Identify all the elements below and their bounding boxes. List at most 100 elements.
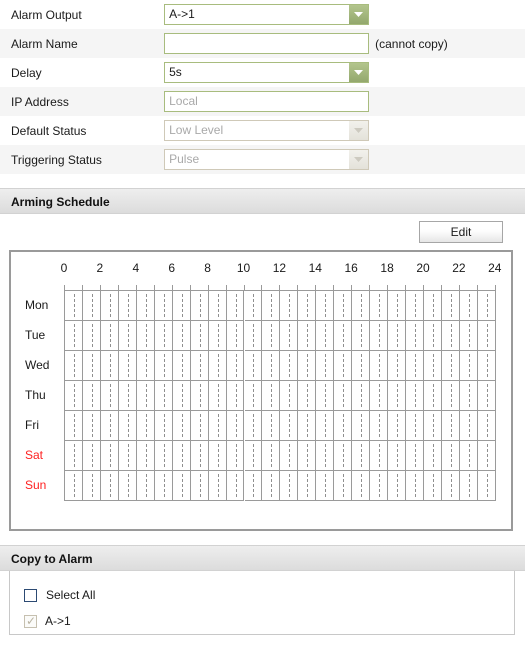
schedule-cell[interactable]: [208, 351, 227, 381]
schedule-cell[interactable]: [406, 441, 424, 471]
schedule-cell[interactable]: [334, 351, 353, 381]
schedule-cell[interactable]: [316, 351, 335, 381]
schedule-cell[interactable]: [65, 291, 83, 321]
schedule-cell[interactable]: [280, 471, 299, 501]
schedule-cell[interactable]: [190, 351, 209, 381]
schedule-cell[interactable]: [136, 351, 155, 381]
schedule-cell[interactable]: [226, 471, 245, 501]
schedule-cell[interactable]: [100, 441, 119, 471]
schedule-cell[interactable]: [100, 321, 119, 351]
chevron-down-icon[interactable]: [348, 5, 369, 24]
schedule-cell[interactable]: [154, 351, 173, 381]
schedule-cell[interactable]: [280, 441, 299, 471]
schedule-cell[interactable]: [352, 291, 371, 321]
schedule-cell[interactable]: [262, 471, 281, 501]
schedule-cell[interactable]: [406, 321, 424, 351]
schedule-cell[interactable]: [477, 291, 496, 321]
schedule-grid-area[interactable]: [64, 290, 496, 501]
schedule-cell[interactable]: [244, 381, 263, 411]
schedule-cell[interactable]: [136, 471, 155, 501]
schedule-cell[interactable]: [136, 441, 155, 471]
schedule-cell[interactable]: [298, 441, 317, 471]
schedule-cell[interactable]: [477, 441, 496, 471]
schedule-cell[interactable]: [441, 351, 460, 381]
schedule-cell[interactable]: [441, 411, 460, 441]
delay-select[interactable]: 5s: [164, 62, 370, 83]
schedule-cell[interactable]: [352, 321, 371, 351]
schedule-cell[interactable]: [388, 441, 407, 471]
schedule-cell[interactable]: [406, 471, 424, 501]
schedule-cell[interactable]: [100, 351, 119, 381]
schedule-cell[interactable]: [82, 321, 101, 351]
schedule-cell[interactable]: [65, 441, 83, 471]
schedule-cell[interactable]: [154, 321, 173, 351]
schedule-cell[interactable]: [316, 381, 335, 411]
schedule-cell[interactable]: [154, 411, 173, 441]
schedule-cell[interactable]: [406, 291, 424, 321]
chevron-down-icon[interactable]: [348, 63, 369, 82]
schedule-cell[interactable]: [226, 321, 245, 351]
schedule-cell[interactable]: [82, 351, 101, 381]
schedule-cell[interactable]: [352, 411, 371, 441]
schedule-cell[interactable]: [424, 321, 442, 351]
schedule-cell[interactable]: [352, 381, 371, 411]
schedule-cell[interactable]: [118, 351, 137, 381]
schedule-cell[interactable]: [226, 441, 245, 471]
schedule-cell[interactable]: [424, 411, 442, 441]
schedule-cell[interactable]: [370, 471, 389, 501]
schedule-cell[interactable]: [172, 471, 191, 501]
schedule-cell[interactable]: [388, 291, 407, 321]
schedule-cell[interactable]: [244, 471, 263, 501]
schedule-cell[interactable]: [352, 441, 371, 471]
schedule-cell[interactable]: [477, 411, 496, 441]
schedule-cell[interactable]: [82, 291, 101, 321]
schedule-cell[interactable]: [280, 411, 299, 441]
schedule-cell[interactable]: [441, 321, 460, 351]
schedule-cell[interactable]: [441, 291, 460, 321]
schedule-cell[interactable]: [190, 381, 209, 411]
alarm-output-select[interactable]: A->1: [164, 4, 370, 25]
schedule-cell[interactable]: [334, 291, 353, 321]
schedule-cell[interactable]: [208, 411, 227, 441]
schedule-cell[interactable]: [370, 411, 389, 441]
schedule-cell[interactable]: [100, 411, 119, 441]
schedule-cell[interactable]: [118, 411, 137, 441]
schedule-cell[interactable]: [388, 471, 407, 501]
schedule-cell[interactable]: [441, 381, 460, 411]
schedule-cell[interactable]: [154, 441, 173, 471]
schedule-cell[interactable]: [370, 441, 389, 471]
schedule-cell[interactable]: [65, 381, 83, 411]
schedule-cell[interactable]: [208, 291, 227, 321]
schedule-cell[interactable]: [244, 411, 263, 441]
schedule-cell[interactable]: [406, 411, 424, 441]
schedule-cell[interactable]: [388, 381, 407, 411]
schedule-cell[interactable]: [226, 291, 245, 321]
schedule-cell[interactable]: [208, 321, 227, 351]
schedule-cell[interactable]: [208, 471, 227, 501]
schedule-cell[interactable]: [298, 381, 317, 411]
schedule-cell[interactable]: [334, 441, 353, 471]
schedule-cell[interactable]: [190, 471, 209, 501]
schedule-cell[interactable]: [65, 321, 83, 351]
schedule-cell[interactable]: [370, 381, 389, 411]
schedule-cell[interactable]: [316, 411, 335, 441]
schedule-cell[interactable]: [118, 441, 137, 471]
schedule-cell[interactable]: [477, 381, 496, 411]
schedule-cell[interactable]: [262, 351, 281, 381]
schedule-cell[interactable]: [154, 381, 173, 411]
select-all-row[interactable]: Select All: [24, 582, 514, 608]
schedule-cell[interactable]: [244, 441, 263, 471]
schedule-cell[interactable]: [118, 321, 137, 351]
schedule-cell[interactable]: [244, 321, 263, 351]
schedule-cell[interactable]: [172, 411, 191, 441]
schedule-cell[interactable]: [459, 471, 478, 501]
schedule-cell[interactable]: [388, 411, 407, 441]
schedule-cell[interactable]: [136, 411, 155, 441]
arming-schedule-grid[interactable]: 0 2 4 6 8 10 12 14 16 18 20 22 24 Mon Tue Wed Thu Fri Sat S…: [11, 252, 511, 529]
schedule-cell[interactable]: [226, 411, 245, 441]
schedule-cell[interactable]: [226, 381, 245, 411]
schedule-cell[interactable]: [424, 351, 442, 381]
schedule-cell[interactable]: [459, 351, 478, 381]
schedule-cell[interactable]: [100, 291, 119, 321]
schedule-cell[interactable]: [262, 441, 281, 471]
